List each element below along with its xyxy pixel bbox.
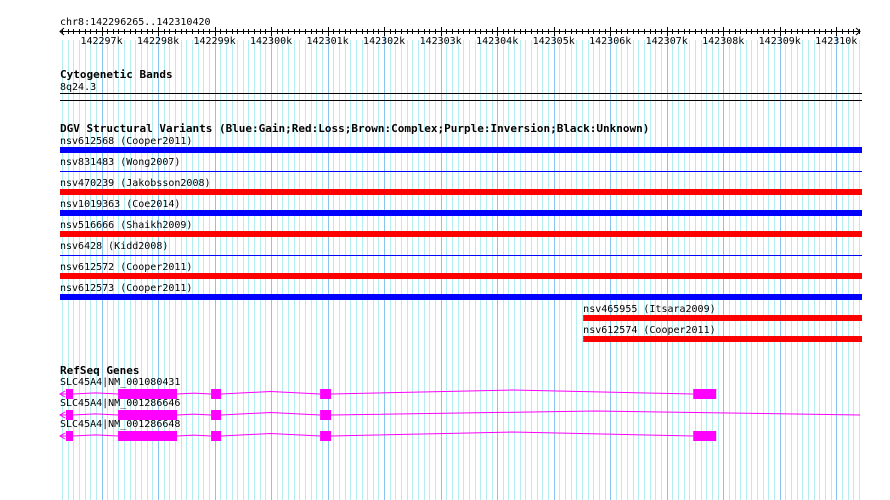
variant-bar: [60, 273, 862, 279]
genome-browser-view[interactable]: chr8:142296265..142310420 142297k 142298k…: [0, 0, 890, 500]
ruler-tick-label: 142304k: [476, 36, 518, 47]
gene-exon: [320, 389, 332, 399]
variant-label: nsv612574 (Cooper2011): [583, 325, 715, 336]
gene-label: SLC45A4|NM_001286646: [60, 398, 180, 409]
variant-feature[interactable]: nsv612568 (Cooper2011): [60, 136, 862, 153]
ruler-tick-label: 142298k: [137, 36, 179, 47]
gene-exon: [211, 431, 222, 441]
ruler-tick-label: 142307k: [646, 36, 688, 47]
variant-bar: [60, 231, 862, 237]
variant-label: nsv612573 (Cooper2011): [60, 283, 192, 294]
variant-label: nsv831483 (Wong2007): [60, 157, 180, 168]
refseq-track-title: RefSeq Genes: [60, 364, 139, 377]
variant-bar: [60, 189, 862, 195]
ruler-tick-label: 142306k: [589, 36, 631, 47]
variant-bar: [583, 315, 862, 321]
gene-exon: [118, 431, 178, 441]
gene-exon: [693, 389, 717, 399]
variant-feature[interactable]: nsv465955 (Itsara2009): [583, 304, 862, 321]
variant-label: nsv1019363 (Coe2014): [60, 199, 180, 210]
ruler-tick-label: 142305k: [533, 36, 575, 47]
gene-label: SLC45A4|NM_001080431: [60, 377, 180, 388]
variant-bar: [60, 294, 862, 300]
ruler-tick-label: 142300k: [250, 36, 292, 47]
variant-feature[interactable]: nsv612574 (Cooper2011): [583, 325, 862, 342]
gene-exon: [693, 431, 717, 441]
gene-exon: [320, 431, 332, 441]
variant-feature[interactable]: nsv612572 (Cooper2011): [60, 262, 862, 279]
variant-label: nsv6428 (Kidd2008): [60, 241, 168, 252]
variant-label: nsv465955 (Itsara2009): [583, 304, 715, 315]
gene-exon: [320, 410, 332, 420]
ruler-tick-label: 142301k: [307, 36, 349, 47]
gene-intron-line: [177, 392, 212, 395]
variant-feature[interactable]: nsv470239 (Jakobsson2008): [60, 178, 862, 195]
gene-intron-line: [177, 413, 212, 416]
variant-bar: [60, 210, 862, 216]
cytoband-label: 8q24.3: [60, 82, 96, 93]
dgv-track-title: DGV Structural Variants (Blue:Gain;Red:L…: [60, 122, 649, 135]
ruler-tick-label: 142310k: [815, 36, 857, 47]
cytobands-track-title: Cytogenetic Bands: [60, 68, 173, 81]
variant-feature[interactable]: nsv6428 (Kidd2008): [60, 241, 862, 256]
variant-bar: [60, 147, 862, 153]
variant-label: nsv612568 (Cooper2011): [60, 136, 192, 147]
variant-feature[interactable]: nsv831483 (Wong2007): [60, 157, 862, 172]
ruler-tick-label: 142297k: [80, 36, 122, 47]
variant-feature[interactable]: nsv612573 (Cooper2011): [60, 283, 862, 300]
variant-feature[interactable]: nsv516666 (Shaikh2009): [60, 220, 862, 237]
dgv-track: nsv612568 (Cooper2011) nsv831483 (Wong200…: [60, 136, 862, 342]
ruler-tick-label: 142303k: [420, 36, 462, 47]
variant-label: nsv470239 (Jakobsson2008): [60, 178, 211, 189]
gene-exon: [65, 431, 73, 441]
gene-label: SLC45A4|NM_001286648: [60, 419, 180, 430]
gene-exon: [211, 410, 222, 420]
variant-feature[interactable]: nsv1019363 (Coe2014): [60, 199, 862, 216]
ruler-tick-label: 142308k: [702, 36, 744, 47]
ruler-tick-label: 142302k: [363, 36, 405, 47]
variant-label: nsv516666 (Shaikh2009): [60, 220, 192, 231]
ruler-tick-label: 142299k: [193, 36, 235, 47]
ruler-tick-label: 142309k: [759, 36, 801, 47]
location-label: chr8:142296265..142310420: [60, 17, 211, 28]
gene-intron-line: [177, 434, 212, 437]
variant-label: nsv612572 (Cooper2011): [60, 262, 192, 273]
gene-exon: [211, 389, 222, 399]
ruler[interactable]: 142297k 142298k 142299k 142300k 142301k 14230…: [59, 27, 861, 47]
variant-bar: [583, 336, 862, 342]
